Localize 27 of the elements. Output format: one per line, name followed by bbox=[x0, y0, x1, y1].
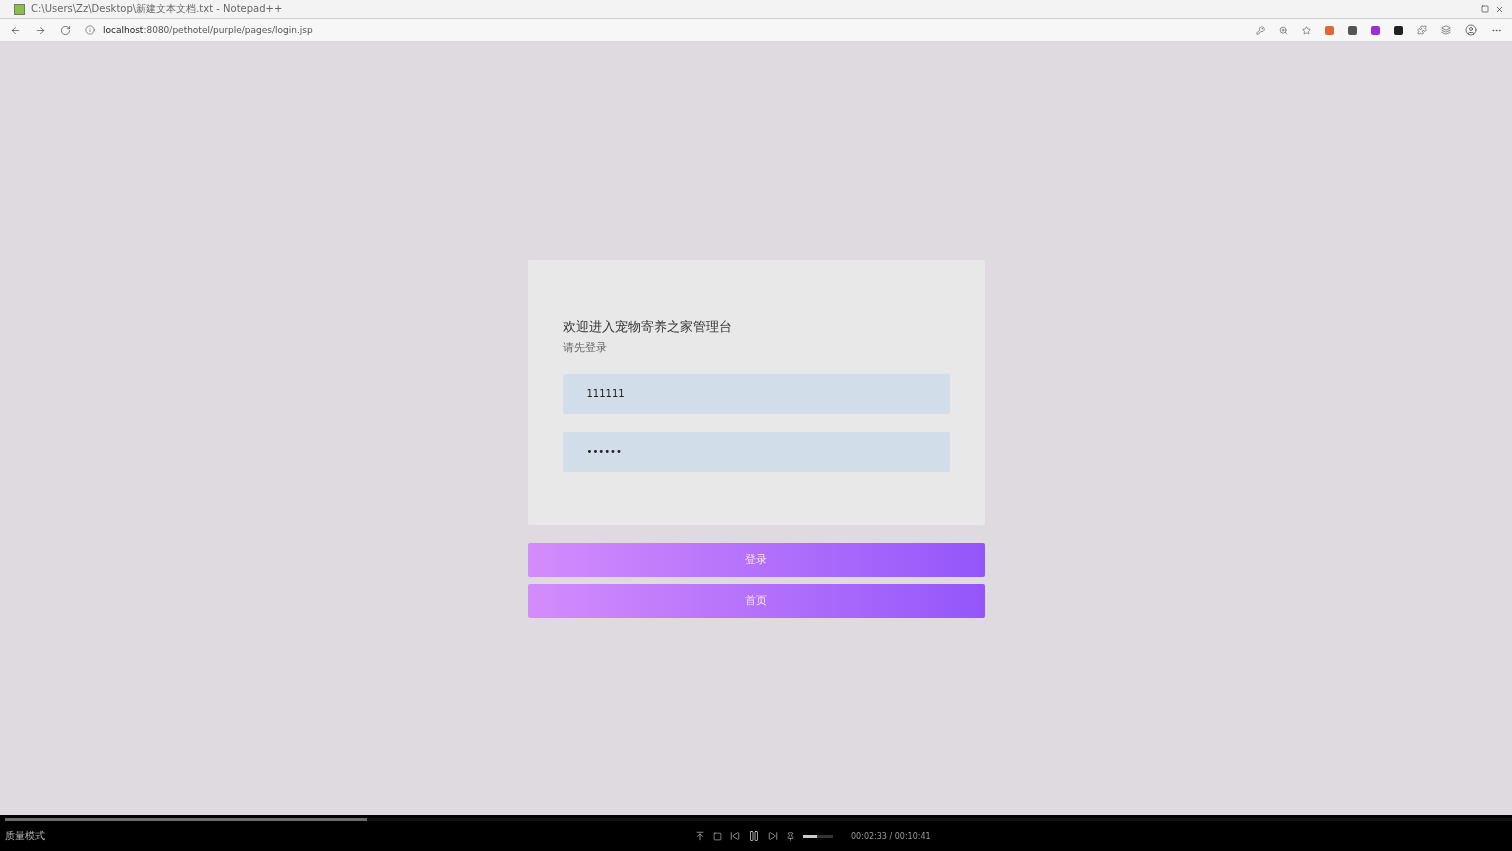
reload-icon[interactable] bbox=[60, 24, 71, 36]
stop-icon[interactable] bbox=[713, 831, 722, 841]
collections-icon[interactable] bbox=[1441, 25, 1451, 35]
maximize-icon[interactable] bbox=[1481, 5, 1489, 13]
back-icon[interactable] bbox=[10, 24, 21, 36]
volume-track[interactable] bbox=[803, 834, 833, 838]
app-icon bbox=[14, 3, 25, 15]
next-icon[interactable] bbox=[768, 831, 778, 841]
password-field[interactable]: •••••• bbox=[562, 431, 950, 472]
mode-label: 质量模式 bbox=[5, 829, 46, 843]
puzzle-icon[interactable] bbox=[1417, 25, 1427, 35]
login-subtitle: 请先登录 bbox=[562, 339, 608, 355]
pause-icon[interactable] bbox=[748, 830, 760, 842]
extension-icon[interactable] bbox=[1394, 25, 1403, 35]
time-label: 00:02:33 / 00:10:41 bbox=[851, 831, 931, 841]
pin-icon[interactable] bbox=[786, 831, 795, 841]
forward-icon[interactable] bbox=[35, 24, 46, 36]
star-icon[interactable] bbox=[1302, 25, 1311, 35]
username-field[interactable]: 111111 bbox=[562, 373, 950, 414]
close-icon[interactable] bbox=[1495, 4, 1504, 14]
zoom-icon[interactable] bbox=[1279, 25, 1288, 35]
window-title: C:\Users\Zz\Desktop\新建文本文档.txt - Notepad++ bbox=[31, 2, 284, 16]
extension-icon[interactable] bbox=[1348, 25, 1357, 35]
key-icon[interactable] bbox=[1256, 25, 1265, 35]
profile-icon[interactable] bbox=[1465, 24, 1477, 36]
login-title: 欢迎进入宠物寄养之家管理台 bbox=[562, 317, 733, 336]
previous-icon[interactable] bbox=[730, 831, 740, 841]
